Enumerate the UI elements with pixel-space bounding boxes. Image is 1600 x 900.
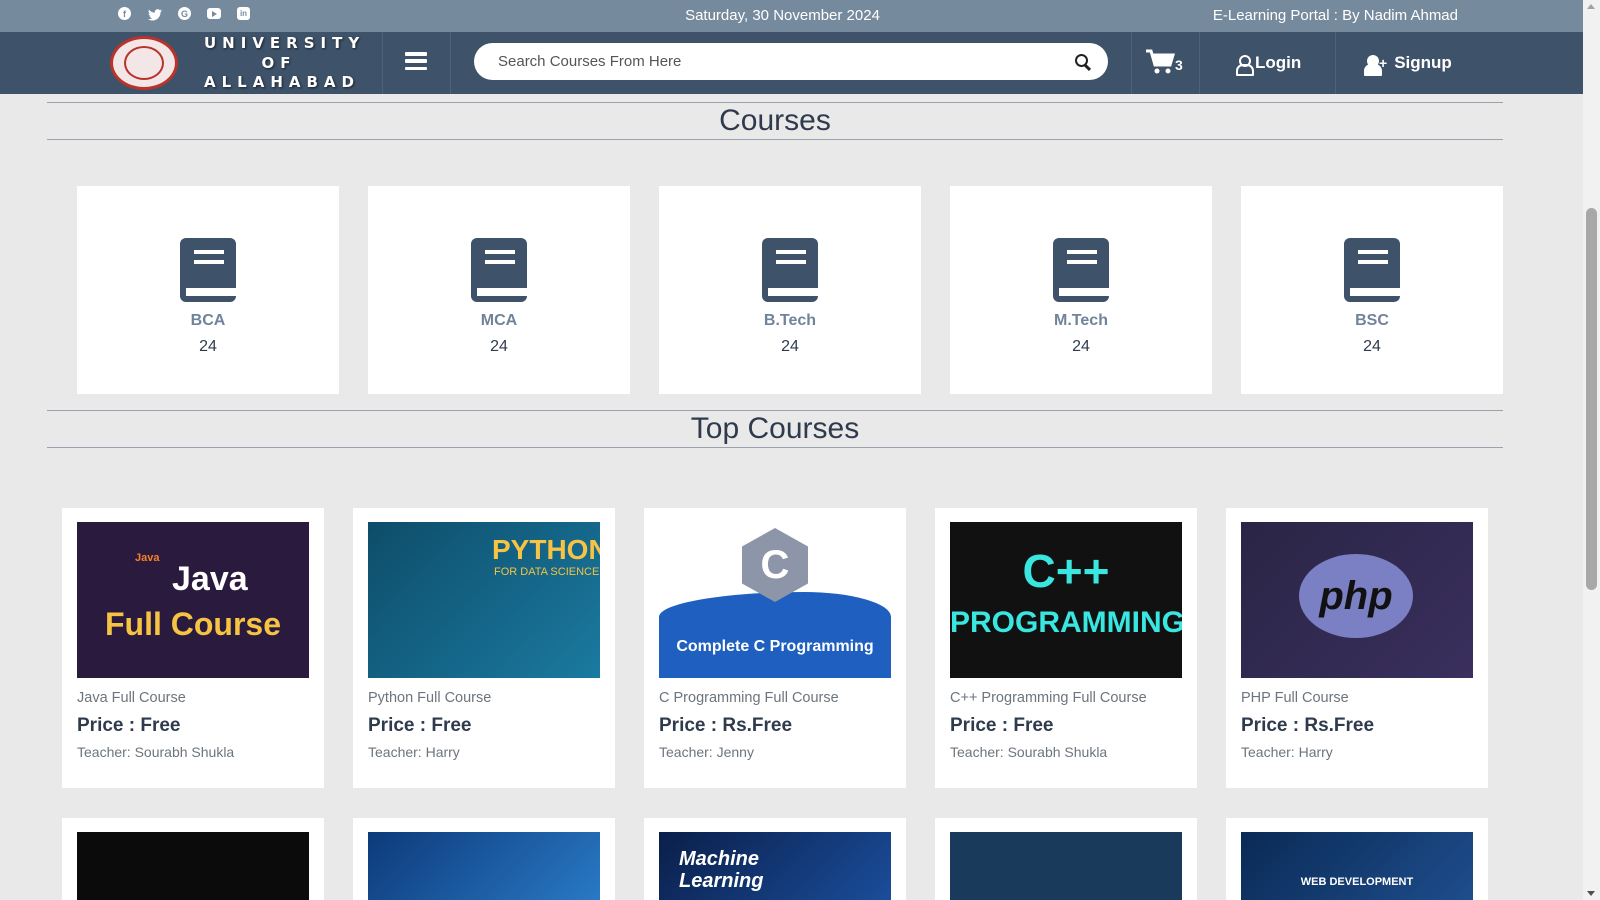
course-card[interactable] <box>62 818 324 900</box>
course-name[interactable]: PHP Full Course <box>1241 690 1349 706</box>
login-label: Login <box>1255 53 1302 72</box>
course-thumbnail[interactable] <box>950 832 1182 900</box>
nav-divider <box>1199 32 1200 94</box>
course-card-java[interactable]: Java Java Full Course Java Full Course P… <box>62 508 324 788</box>
search-input[interactable] <box>498 43 1038 80</box>
thumb-title: Java <box>172 560 248 598</box>
thumb-title: Machine Learning <box>679 848 764 892</box>
course-teacher: Teacher: Sourabh Shukla <box>77 744 235 760</box>
course-card[interactable] <box>353 818 615 900</box>
category-count: 24 <box>781 338 799 355</box>
course-teacher: Teacher: Jenny <box>659 744 754 760</box>
scroll-thumb[interactable] <box>1586 208 1597 590</box>
php-logo: php <box>1299 554 1413 638</box>
category-name: M.Tech <box>1054 312 1108 329</box>
signup-label: Signup <box>1394 53 1452 72</box>
thumb-subtitle: FOR DATA SCIENCE <box>494 566 600 578</box>
book-icon <box>180 238 236 302</box>
category-name: MCA <box>480 312 518 329</box>
nav-divider <box>450 32 451 94</box>
course-name[interactable]: Python Full Course <box>368 690 491 706</box>
thumb-title: C++ <box>1022 545 1110 597</box>
course-card-cpp[interactable]: C++ PROGRAMMING C++ Programming Full Cou… <box>935 508 1197 788</box>
main-navbar: UNIVERSITY OF ALLAHABAD 3 Login + Signup <box>0 32 1583 94</box>
course-thumbnail[interactable] <box>77 832 309 900</box>
brand-line-1: UNIVERSITY <box>204 34 366 52</box>
courses-heading: Courses <box>47 102 1503 140</box>
brand-line-3: ALLAHABAD <box>204 73 360 91</box>
course-teacher: Teacher: Sourabh Shukla <box>950 744 1108 760</box>
search-bar <box>474 43 1108 80</box>
course-price: Price : Free <box>950 715 1054 736</box>
thumb-title: Complete C Programming <box>676 638 874 655</box>
course-thumbnail[interactable]: Machine Learning <box>659 832 891 900</box>
cart-count: 3 <box>1175 57 1183 73</box>
course-thumbnail[interactable]: Java Java Full Course <box>77 522 309 678</box>
category-name: BSC <box>1355 312 1389 329</box>
course-price: Price : Rs.Free <box>1241 715 1375 736</box>
user-plus-icon <box>1364 54 1382 76</box>
university-logo[interactable] <box>110 36 178 90</box>
category-card-mtech[interactable]: M.Tech 24 <box>950 186 1212 394</box>
nav-divider <box>1335 32 1336 94</box>
course-card-c[interactable]: C Complete C Programming C Programming F… <box>644 508 906 788</box>
nav-divider <box>1131 32 1132 94</box>
course-name[interactable]: C Programming Full Course <box>659 690 839 706</box>
course-name[interactable]: C++ Programming Full Course <box>950 690 1147 706</box>
category-name: B.Tech <box>763 312 817 329</box>
category-count: 24 <box>199 338 217 355</box>
course-card-python[interactable]: PYTHON FOR DATA SCIENCE Python Full Cour… <box>353 508 615 788</box>
book-icon <box>471 238 527 302</box>
category-name: BCA <box>190 312 226 329</box>
menu-toggle-icon[interactable] <box>405 52 427 70</box>
course-teacher: Teacher: Harry <box>368 744 460 760</box>
course-card[interactable] <box>935 818 1197 900</box>
login-button[interactable]: Login <box>1236 53 1302 76</box>
course-thumbnail[interactable]: php <box>1241 522 1473 678</box>
category-count: 24 <box>1072 338 1090 355</box>
course-card-machine-learning[interactable]: Machine Learning <box>644 818 906 900</box>
c-logo: C <box>742 528 808 602</box>
course-card-php[interactable]: php PHP Full Course Price : Rs.Free Teac… <box>1226 508 1488 788</box>
course-name[interactable]: Java Full Course <box>77 690 186 706</box>
course-thumbnail[interactable] <box>368 832 600 900</box>
course-price: Price : Free <box>368 715 472 736</box>
course-thumbnail[interactable]: C++ PROGRAMMING <box>950 522 1182 678</box>
book-icon <box>1344 238 1400 302</box>
course-price: Price : Free <box>77 715 181 736</box>
course-thumbnail[interactable]: PYTHON FOR DATA SCIENCE <box>368 522 600 678</box>
scroll-down-arrow-icon[interactable] <box>1587 891 1595 896</box>
category-count: 24 <box>490 338 508 355</box>
page-scrollbar[interactable] <box>1583 0 1600 900</box>
course-thumbnail[interactable]: C Complete C Programming <box>659 522 891 678</box>
course-card-web-development[interactable]: WEB DEVELOPMENT <box>1226 818 1488 900</box>
category-card-bsc[interactable]: BSC 24 <box>1241 186 1503 394</box>
thumb-title: PYTHON <box>492 534 600 565</box>
category-card-mca[interactable]: MCA 24 <box>368 186 630 394</box>
book-icon <box>1053 238 1109 302</box>
thumb-subtitle: Full Course <box>104 606 281 642</box>
category-card-bca[interactable]: BCA 24 <box>77 186 339 394</box>
nav-divider <box>382 32 383 94</box>
search-icon[interactable] <box>1075 54 1088 67</box>
course-teacher: Teacher: Harry <box>1241 744 1333 760</box>
user-icon <box>1236 54 1254 76</box>
cart-button[interactable]: 3 <box>1145 49 1187 79</box>
thumb-title: WEB DEVELOPMENT <box>1300 876 1414 888</box>
signup-button[interactable]: + Signup <box>1364 53 1452 76</box>
thumb-subtitle: PROGRAMMING <box>950 606 1182 639</box>
top-courses-heading: Top Courses <box>47 410 1503 448</box>
course-thumbnail[interactable]: WEB DEVELOPMENT <box>1241 832 1473 900</box>
course-price: Price : Rs.Free <box>659 715 793 736</box>
book-icon <box>762 238 818 302</box>
java-logo: Java <box>135 552 160 564</box>
scroll-up-arrow-icon[interactable] <box>1587 4 1595 9</box>
portal-tagline: E-Learning Portal : By Nadim Ahmad <box>1212 7 1458 24</box>
category-card-btech[interactable]: B.Tech 24 <box>659 186 921 394</box>
top-bar: f G in Saturday, 30 November 2024 E-Lear… <box>0 0 1583 32</box>
brand-line-2: OF <box>261 53 297 72</box>
cart-icon <box>1146 49 1175 74</box>
brand-name[interactable]: UNIVERSITY OF ALLAHABAD <box>204 34 366 93</box>
category-count: 24 <box>1363 338 1381 355</box>
